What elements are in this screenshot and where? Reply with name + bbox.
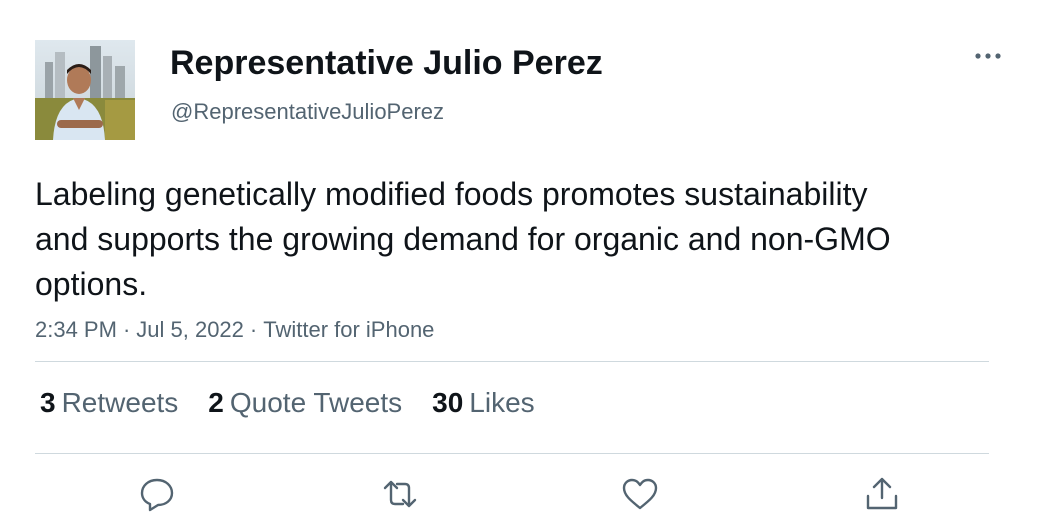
tweet-time[interactable]: 2:34 PM xyxy=(35,317,117,342)
tweet-date[interactable]: Jul 5, 2022 xyxy=(136,317,244,342)
retweets-count: 3 xyxy=(40,387,56,418)
avatar-image xyxy=(35,40,135,140)
retweet-icon xyxy=(383,480,417,508)
tweet-text: Labeling genetically modified foods prom… xyxy=(35,176,891,302)
reply-button[interactable] xyxy=(137,474,177,514)
retweets-stat[interactable]: 3 Retweets xyxy=(40,387,178,419)
tweet-source[interactable]: Twitter for iPhone xyxy=(263,317,434,342)
retweet-button[interactable] xyxy=(380,474,420,514)
like-button[interactable] xyxy=(620,474,660,514)
divider xyxy=(35,361,989,362)
likes-label: Likes xyxy=(469,387,535,418)
divider xyxy=(35,453,989,454)
likes-count: 30 xyxy=(432,387,464,418)
more-horizontal-icon xyxy=(975,53,1001,59)
separator: · xyxy=(122,317,131,342)
display-name[interactable]: Representative Julio Perez xyxy=(170,44,603,83)
quote-tweets-label: Quote Tweets xyxy=(229,387,403,418)
avatar[interactable] xyxy=(35,40,135,140)
quote-tweets-stat[interactable]: 2 Quote Tweets xyxy=(208,387,402,419)
heart-icon xyxy=(622,478,658,510)
tweet-metadata: 2:34 PM · Jul 5, 2022 · Twitter for iPhone xyxy=(35,317,434,343)
quote-tweets-count: 2 xyxy=(208,387,224,418)
tweet-stats: 3 Retweets 2 Quote Tweets 30 Likes xyxy=(40,387,565,419)
reply-icon xyxy=(140,478,174,512)
share-button[interactable] xyxy=(862,474,902,514)
more-options-button[interactable] xyxy=(970,44,1006,68)
likes-stat[interactable]: 30 Likes xyxy=(432,387,535,419)
retweets-label: Retweets xyxy=(61,387,179,418)
share-icon xyxy=(866,477,898,510)
separator: · xyxy=(249,317,258,342)
user-handle[interactable]: @RepresentativeJulioPerez xyxy=(171,99,444,125)
tweet-card: Representative Julio Perez @Representati… xyxy=(0,0,1050,525)
